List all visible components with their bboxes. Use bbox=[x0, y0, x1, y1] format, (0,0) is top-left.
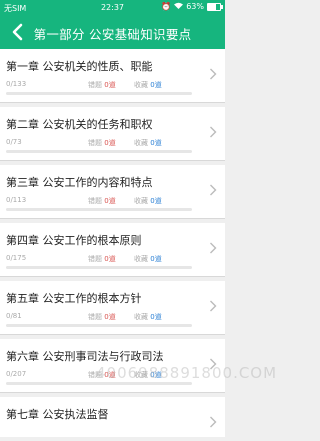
favorite-count: 收藏 0道 bbox=[134, 81, 162, 89]
status-icons: ⏰ 63% bbox=[161, 2, 223, 11]
chapter-title: 第七章 公安执法监督 bbox=[6, 408, 109, 421]
favorite-count: 收藏 0道 bbox=[134, 313, 162, 321]
progress-count: 0/175 bbox=[6, 254, 27, 262]
list-item[interactable]: 第二章 公安机关的任务和职权 0/73 错题 0道 收藏 0道 bbox=[0, 107, 225, 161]
alarm-icon: ⏰ bbox=[161, 2, 172, 11]
battery-percent: 63% bbox=[186, 2, 204, 11]
wifi-icon bbox=[174, 2, 184, 11]
progress-count: 0/207 bbox=[6, 370, 27, 378]
progress-count: 0/113 bbox=[6, 196, 27, 204]
chevron-right-icon bbox=[210, 242, 217, 254]
battery-icon bbox=[207, 2, 223, 11]
list-item[interactable]: 第七章 公安执法监督 bbox=[0, 397, 225, 437]
list-item[interactable]: 第三章 公安工作的内容和特点 0/113 错题 0道 收藏 0道 bbox=[0, 165, 225, 219]
progress-count: 0/133 bbox=[6, 80, 27, 88]
progress-bar bbox=[6, 266, 192, 269]
favorite-count: 收藏 0道 bbox=[134, 197, 162, 205]
chapter-title: 第四章 公安工作的根本原则 bbox=[6, 234, 142, 247]
progress-bar bbox=[6, 382, 192, 385]
chevron-right-icon bbox=[210, 184, 217, 196]
list-item[interactable]: 第一章 公安机关的性质、职能 0/133 错题 0道 收藏 0道 bbox=[0, 49, 225, 103]
chapter-list: 第一章 公安机关的性质、职能 0/133 错题 0道 收藏 0道 第二章 公安机… bbox=[0, 49, 225, 441]
chapter-title: 第一章 公安机关的性质、职能 bbox=[6, 60, 153, 73]
chapter-title: 第三章 公安工作的内容和特点 bbox=[6, 176, 153, 189]
chapter-title: 第五章 公安工作的根本方针 bbox=[6, 292, 142, 305]
watermark: 4006988891800.COM bbox=[96, 364, 278, 382]
progress-bar bbox=[6, 92, 192, 95]
progress-count: 0/81 bbox=[6, 312, 22, 320]
chevron-right-icon bbox=[210, 126, 217, 138]
wrong-count: 错题 0道 bbox=[88, 81, 116, 89]
favorite-count: 收藏 0道 bbox=[134, 255, 162, 263]
chevron-right-icon bbox=[210, 68, 217, 80]
chapter-title: 第六章 公安刑事司法与行政司法 bbox=[6, 350, 164, 363]
chevron-right-icon bbox=[210, 300, 217, 312]
progress-count: 0/73 bbox=[6, 138, 22, 146]
wrong-count: 错题 0道 bbox=[88, 197, 116, 205]
status-bar: 无SIM 22:37 ⏰ 63% bbox=[0, 0, 225, 16]
wrong-count: 错题 0道 bbox=[88, 313, 116, 321]
wrong-count: 错题 0道 bbox=[88, 139, 116, 147]
chapter-title: 第二章 公安机关的任务和职权 bbox=[6, 118, 153, 131]
chevron-right-icon bbox=[210, 416, 217, 428]
progress-bar bbox=[6, 324, 192, 327]
favorite-count: 收藏 0道 bbox=[134, 139, 162, 147]
list-item[interactable]: 第五章 公安工作的根本方针 0/81 错题 0道 收藏 0道 bbox=[0, 281, 225, 335]
progress-bar bbox=[6, 208, 192, 211]
nav-bar: 第一部分 公安基础知识要点 bbox=[0, 16, 225, 49]
page-title: 第一部分 公安基础知识要点 bbox=[33, 27, 192, 42]
wrong-count: 错题 0道 bbox=[88, 255, 116, 263]
progress-bar bbox=[6, 150, 192, 153]
list-item[interactable]: 第四章 公安工作的根本原则 0/175 错题 0道 收藏 0道 bbox=[0, 223, 225, 277]
